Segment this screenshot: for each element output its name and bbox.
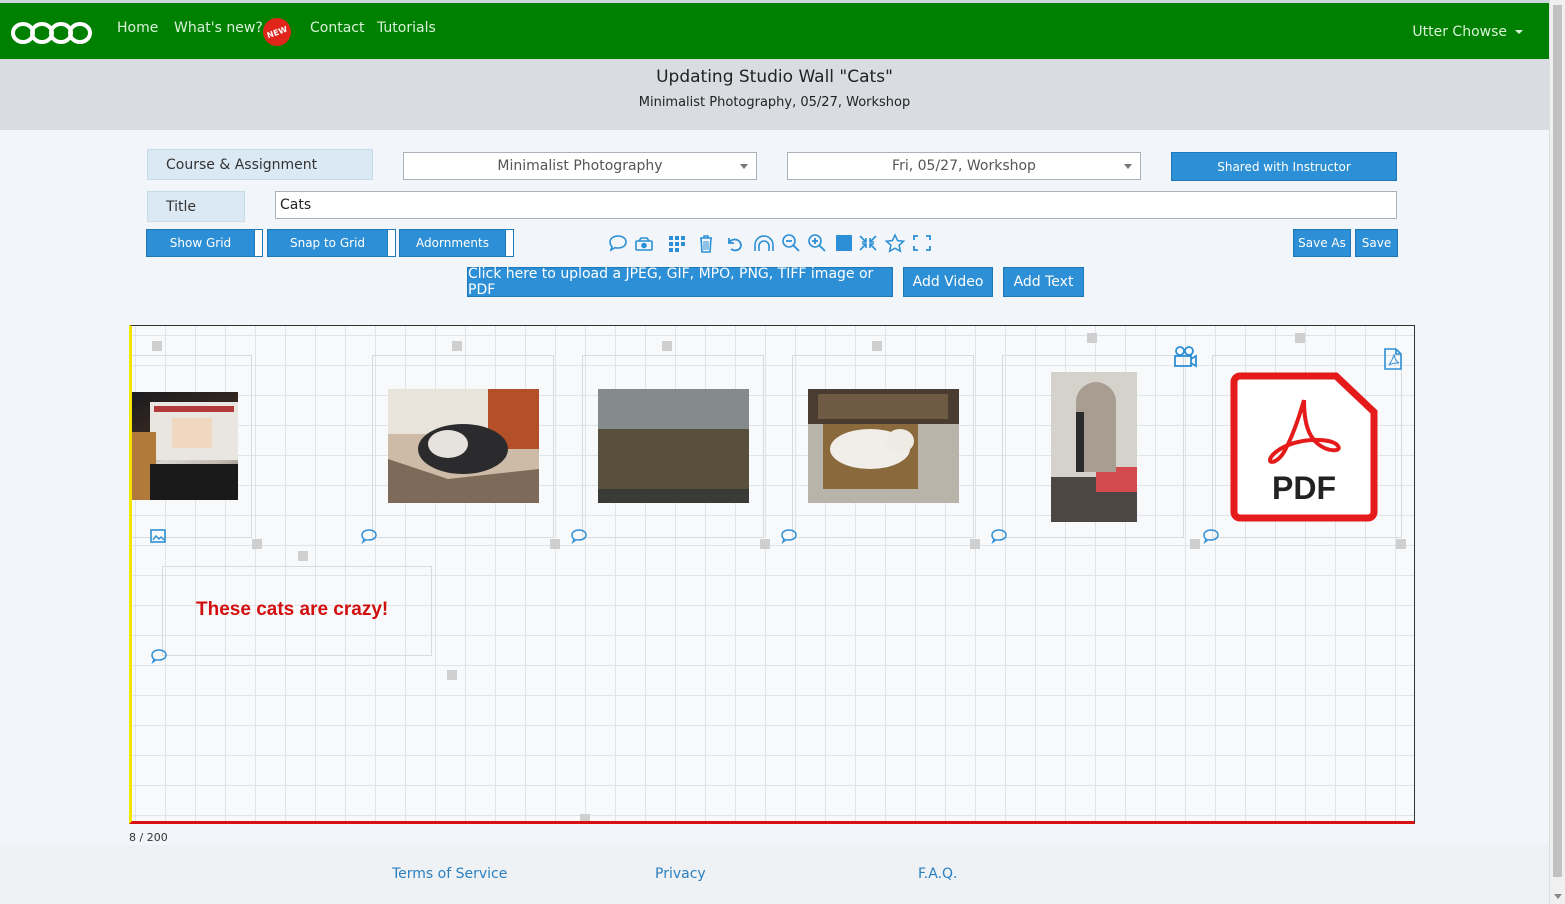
- terms-of-service-link[interactable]: Terms of Service: [392, 866, 507, 882]
- new-badge: NEW: [259, 14, 295, 50]
- user-name: Utter Chowse: [1412, 24, 1507, 40]
- nav-whats-new-link[interactable]: What's new?: [174, 20, 263, 36]
- upload-image-button[interactable]: Click here to upload a JPEG, GIF, MPO, P…: [467, 266, 893, 298]
- save-as-button[interactable]: Save As: [1293, 229, 1351, 257]
- assignment-select-value: Fri, 05/27, Workshop: [892, 158, 1036, 174]
- grid-icon[interactable]: [666, 233, 688, 253]
- pdf-document-icon[interactable]: PDF: [1228, 372, 1380, 522]
- scroll-down-arrow-icon[interactable]: [1554, 894, 1562, 899]
- faq-link[interactable]: F.A.Q.: [918, 866, 958, 882]
- dropdown-arrow-icon: [1124, 164, 1132, 169]
- resize-handle[interactable]: [970, 539, 980, 549]
- resize-handle[interactable]: [580, 814, 590, 821]
- trash-icon[interactable]: [695, 233, 717, 253]
- pdf-file-icon[interactable]: [1383, 347, 1403, 371]
- title-label: Title: [147, 191, 245, 222]
- snap-to-grid-label: Snap to Grid: [289, 236, 366, 250]
- sleeping-cat-photo[interactable]: [388, 389, 539, 503]
- add-video-button[interactable]: Add Video: [903, 267, 993, 297]
- standing-cat-thumbnail: [1051, 372, 1137, 522]
- sleeping-cat-thumbnail: [388, 389, 539, 503]
- snap-to-grid-toggle[interactable]: Snap to Grid: [267, 229, 396, 257]
- laptop-cat-thumbnail: [132, 402, 238, 500]
- page-header: Updating Studio Wall "Cats" Minimalist P…: [0, 59, 1549, 130]
- laptop-cat-photo[interactable]: [132, 392, 238, 500]
- adornments-label: Adornments: [416, 236, 489, 250]
- course-assignment-label: Course & Assignment: [147, 149, 373, 180]
- toggle-knob: [254, 230, 262, 256]
- page-subtitle: Minimalist Photography, 05/27, Workshop: [638, 95, 911, 110]
- undo-icon[interactable]: [723, 233, 745, 253]
- square-icon[interactable]: [833, 233, 855, 253]
- basket-cat-photo[interactable]: [808, 389, 959, 503]
- resize-handle[interactable]: [452, 341, 462, 351]
- top-navbar: Home What's new? NEW Contact Tutorials U…: [0, 0, 1549, 59]
- studio-wall-canvas[interactable]: PDF These cats are crazy!: [129, 325, 1415, 824]
- canvas-text-item[interactable]: These cats are crazy!: [196, 599, 388, 621]
- shared-with-instructor-button[interactable]: Shared with Instructor: [1171, 152, 1397, 181]
- caret-down-icon: [1515, 30, 1523, 34]
- dropdown-arrow-icon: [740, 164, 748, 169]
- show-grid-label: Show Grid: [169, 236, 232, 250]
- nav-tutorials-link[interactable]: Tutorials: [377, 20, 436, 36]
- resize-handle[interactable]: [760, 539, 770, 549]
- zoom-in-icon[interactable]: [806, 233, 828, 253]
- comment-icon[interactable]: [150, 648, 168, 664]
- toggle-knob: [387, 230, 395, 256]
- compress-icon[interactable]: [857, 233, 879, 253]
- assignment-select[interactable]: Fri, 05/27, Workshop: [787, 152, 1141, 180]
- toggle-knob: [505, 230, 513, 256]
- course-select-value: Minimalist Photography: [497, 158, 663, 174]
- save-button[interactable]: Save: [1355, 229, 1398, 257]
- resize-handle[interactable]: [662, 341, 672, 351]
- vertical-scrollbar[interactable]: [1549, 0, 1565, 904]
- four-rings-logo[interactable]: [10, 18, 96, 46]
- nav-home-link[interactable]: Home: [117, 20, 158, 36]
- scrollbar-thumb[interactable]: [1553, 5, 1562, 877]
- camera-icon[interactable]: [633, 233, 655, 253]
- arch-icon[interactable]: [753, 233, 775, 253]
- resize-handle[interactable]: [1190, 539, 1200, 549]
- privacy-link[interactable]: Privacy: [655, 866, 706, 882]
- pdf-label: PDF: [1272, 470, 1336, 506]
- resize-handle[interactable]: [152, 341, 162, 351]
- resize-handle[interactable]: [550, 539, 560, 549]
- add-text-button[interactable]: Add Text: [1003, 267, 1084, 297]
- comment-icon[interactable]: [570, 528, 588, 544]
- item-counter: 8 / 200: [129, 831, 168, 844]
- user-menu[interactable]: Utter Chowse: [1412, 24, 1523, 40]
- yard-thumbnail: [598, 389, 749, 503]
- video-camera-icon[interactable]: [1172, 345, 1198, 369]
- comment-icon[interactable]: [607, 233, 629, 253]
- page-footer: Terms of Service Privacy F.A.Q.: [0, 845, 1549, 904]
- show-grid-toggle[interactable]: Show Grid: [146, 229, 263, 257]
- comment-icon[interactable]: [780, 528, 798, 544]
- nav-contact-link[interactable]: Contact: [310, 20, 364, 36]
- yard-photo[interactable]: [598, 389, 749, 503]
- course-select[interactable]: Minimalist Photography: [403, 152, 757, 180]
- star-icon[interactable]: [884, 233, 906, 253]
- image-icon[interactable]: [150, 528, 166, 544]
- resize-handle[interactable]: [298, 551, 308, 561]
- resize-handle[interactable]: [1396, 539, 1406, 549]
- resize-handle[interactable]: [252, 539, 262, 549]
- zoom-out-icon[interactable]: [780, 233, 802, 253]
- resize-handle[interactable]: [1087, 333, 1097, 343]
- adornments-toggle[interactable]: Adornments: [399, 229, 514, 257]
- comment-icon[interactable]: [360, 528, 378, 544]
- page-title: Updating Studio Wall "Cats": [656, 67, 893, 87]
- title-input[interactable]: [275, 191, 1397, 219]
- basket-cat-thumbnail: [808, 389, 959, 503]
- resize-handle[interactable]: [1295, 333, 1305, 343]
- resize-handle[interactable]: [447, 670, 457, 680]
- comment-icon[interactable]: [1202, 528, 1220, 544]
- comment-icon[interactable]: [990, 528, 1008, 544]
- resize-handle[interactable]: [872, 341, 882, 351]
- expand-icon[interactable]: [911, 233, 933, 253]
- standing-cat-photo[interactable]: [1051, 372, 1137, 522]
